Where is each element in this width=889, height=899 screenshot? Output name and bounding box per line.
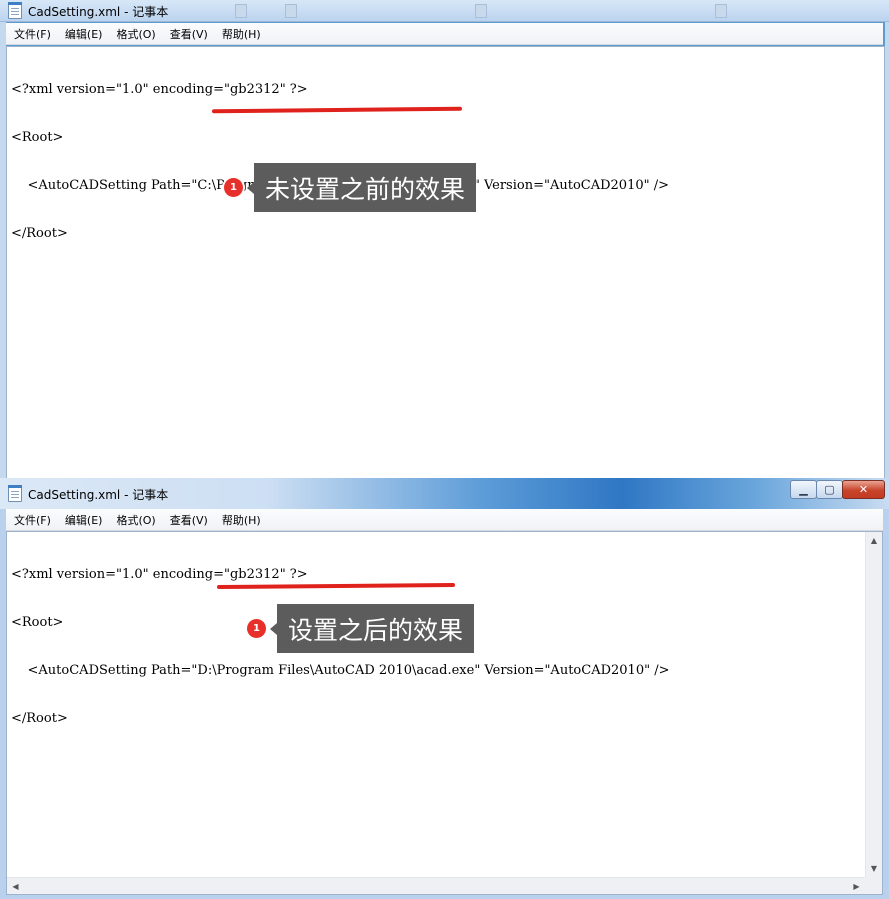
title-bar[interactable]: CadSetting.xml - 记事本 ▁ ▢ ✕: [0, 478, 889, 509]
code-line: <Root>: [11, 130, 64, 145]
code-line: <?xml version="1.0" encoding="gb2312" ?>: [11, 567, 308, 582]
ghost-file-icon: [285, 4, 375, 18]
callout-tail: [247, 181, 254, 194]
callout-number-badge: 1: [224, 178, 243, 197]
callout-text: 设置之后的效果: [277, 604, 475, 653]
scroll-up-icon[interactable]: ▲: [866, 532, 882, 549]
menu-help[interactable]: 帮助(H): [215, 26, 268, 42]
code-line: </Root>: [11, 711, 68, 726]
scroll-right-icon[interactable]: ▶: [848, 878, 865, 894]
window-title: CadSetting.xml - 记事本: [28, 5, 169, 19]
menu-format[interactable]: 格式(O): [109, 512, 162, 528]
menu-edit[interactable]: 编辑(E): [58, 512, 110, 528]
notepad-icon: [8, 485, 22, 502]
maximize-button[interactable]: ▢: [816, 480, 843, 499]
window-title: CadSetting.xml - 记事本: [28, 488, 169, 502]
horizontal-scrollbar[interactable]: ◀ ▶: [7, 877, 865, 894]
window-frame-right: [883, 509, 889, 899]
menu-edit[interactable]: 编辑(E): [58, 26, 110, 42]
size-grip[interactable]: [865, 877, 882, 894]
menu-view[interactable]: 查看(V): [163, 512, 215, 528]
callout-after: 1 设置之后的效果: [247, 604, 475, 653]
menu-help[interactable]: 帮助(H): [215, 512, 268, 528]
background-taskbar-ghost: [175, 4, 875, 18]
code-line: </Root>: [11, 226, 68, 241]
close-button[interactable]: ✕: [842, 480, 885, 499]
callout-text: 未设置之前的效果: [254, 163, 477, 212]
ghost-file-icon: [475, 4, 565, 18]
minimize-button[interactable]: ▁: [790, 480, 817, 499]
window-frame-bottom: [0, 895, 889, 899]
title-bar[interactable]: CadSetting.xml - 记事本: [0, 0, 889, 22]
notepad-icon: [8, 2, 22, 19]
menu-bar: 文件(F) 编辑(E) 格式(O) 查看(V) 帮助(H): [6, 509, 883, 531]
code-line: <AutoCADSetting Path="D:\Program Files\A…: [11, 663, 670, 678]
code-line: <?xml version="1.0" encoding="gb2312" ?>: [11, 82, 308, 97]
callout-number-badge: 1: [247, 619, 266, 638]
menu-file[interactable]: 文件(F): [7, 512, 58, 528]
notepad-window-after: CadSetting.xml - 记事本 ▁ ▢ ✕ 文件(F) 编辑(E) 格…: [0, 478, 889, 899]
xml-content: <?xml version="1.0" encoding="gb2312" ?>…: [11, 50, 669, 274]
callout-before: 1 未设置之前的效果: [224, 163, 477, 212]
text-editor-area[interactable]: <?xml version="1.0" encoding="gb2312" ?>…: [6, 46, 885, 478]
ghost-file-icon: [715, 4, 805, 18]
scroll-left-icon[interactable]: ◀: [7, 878, 24, 894]
menu-view[interactable]: 查看(V): [163, 26, 215, 42]
menu-format[interactable]: 格式(O): [109, 26, 162, 42]
callout-tail: [270, 622, 277, 635]
menu-file[interactable]: 文件(F): [7, 26, 58, 42]
window-frame-right: [885, 22, 889, 478]
vertical-scrollbar[interactable]: ▲ ▼: [865, 532, 882, 877]
scroll-down-icon[interactable]: ▼: [866, 860, 882, 877]
menu-bar: 文件(F) 编辑(E) 格式(O) 查看(V) 帮助(H): [6, 23, 883, 45]
window-controls: ▁ ▢ ✕: [790, 480, 885, 499]
text-editor-area[interactable]: <?xml version="1.0" encoding="gb2312" ?>…: [6, 531, 883, 895]
notepad-window-before: CadSetting.xml - 记事本 文件(F) 编辑(E) 格式(O) 查…: [0, 0, 889, 478]
